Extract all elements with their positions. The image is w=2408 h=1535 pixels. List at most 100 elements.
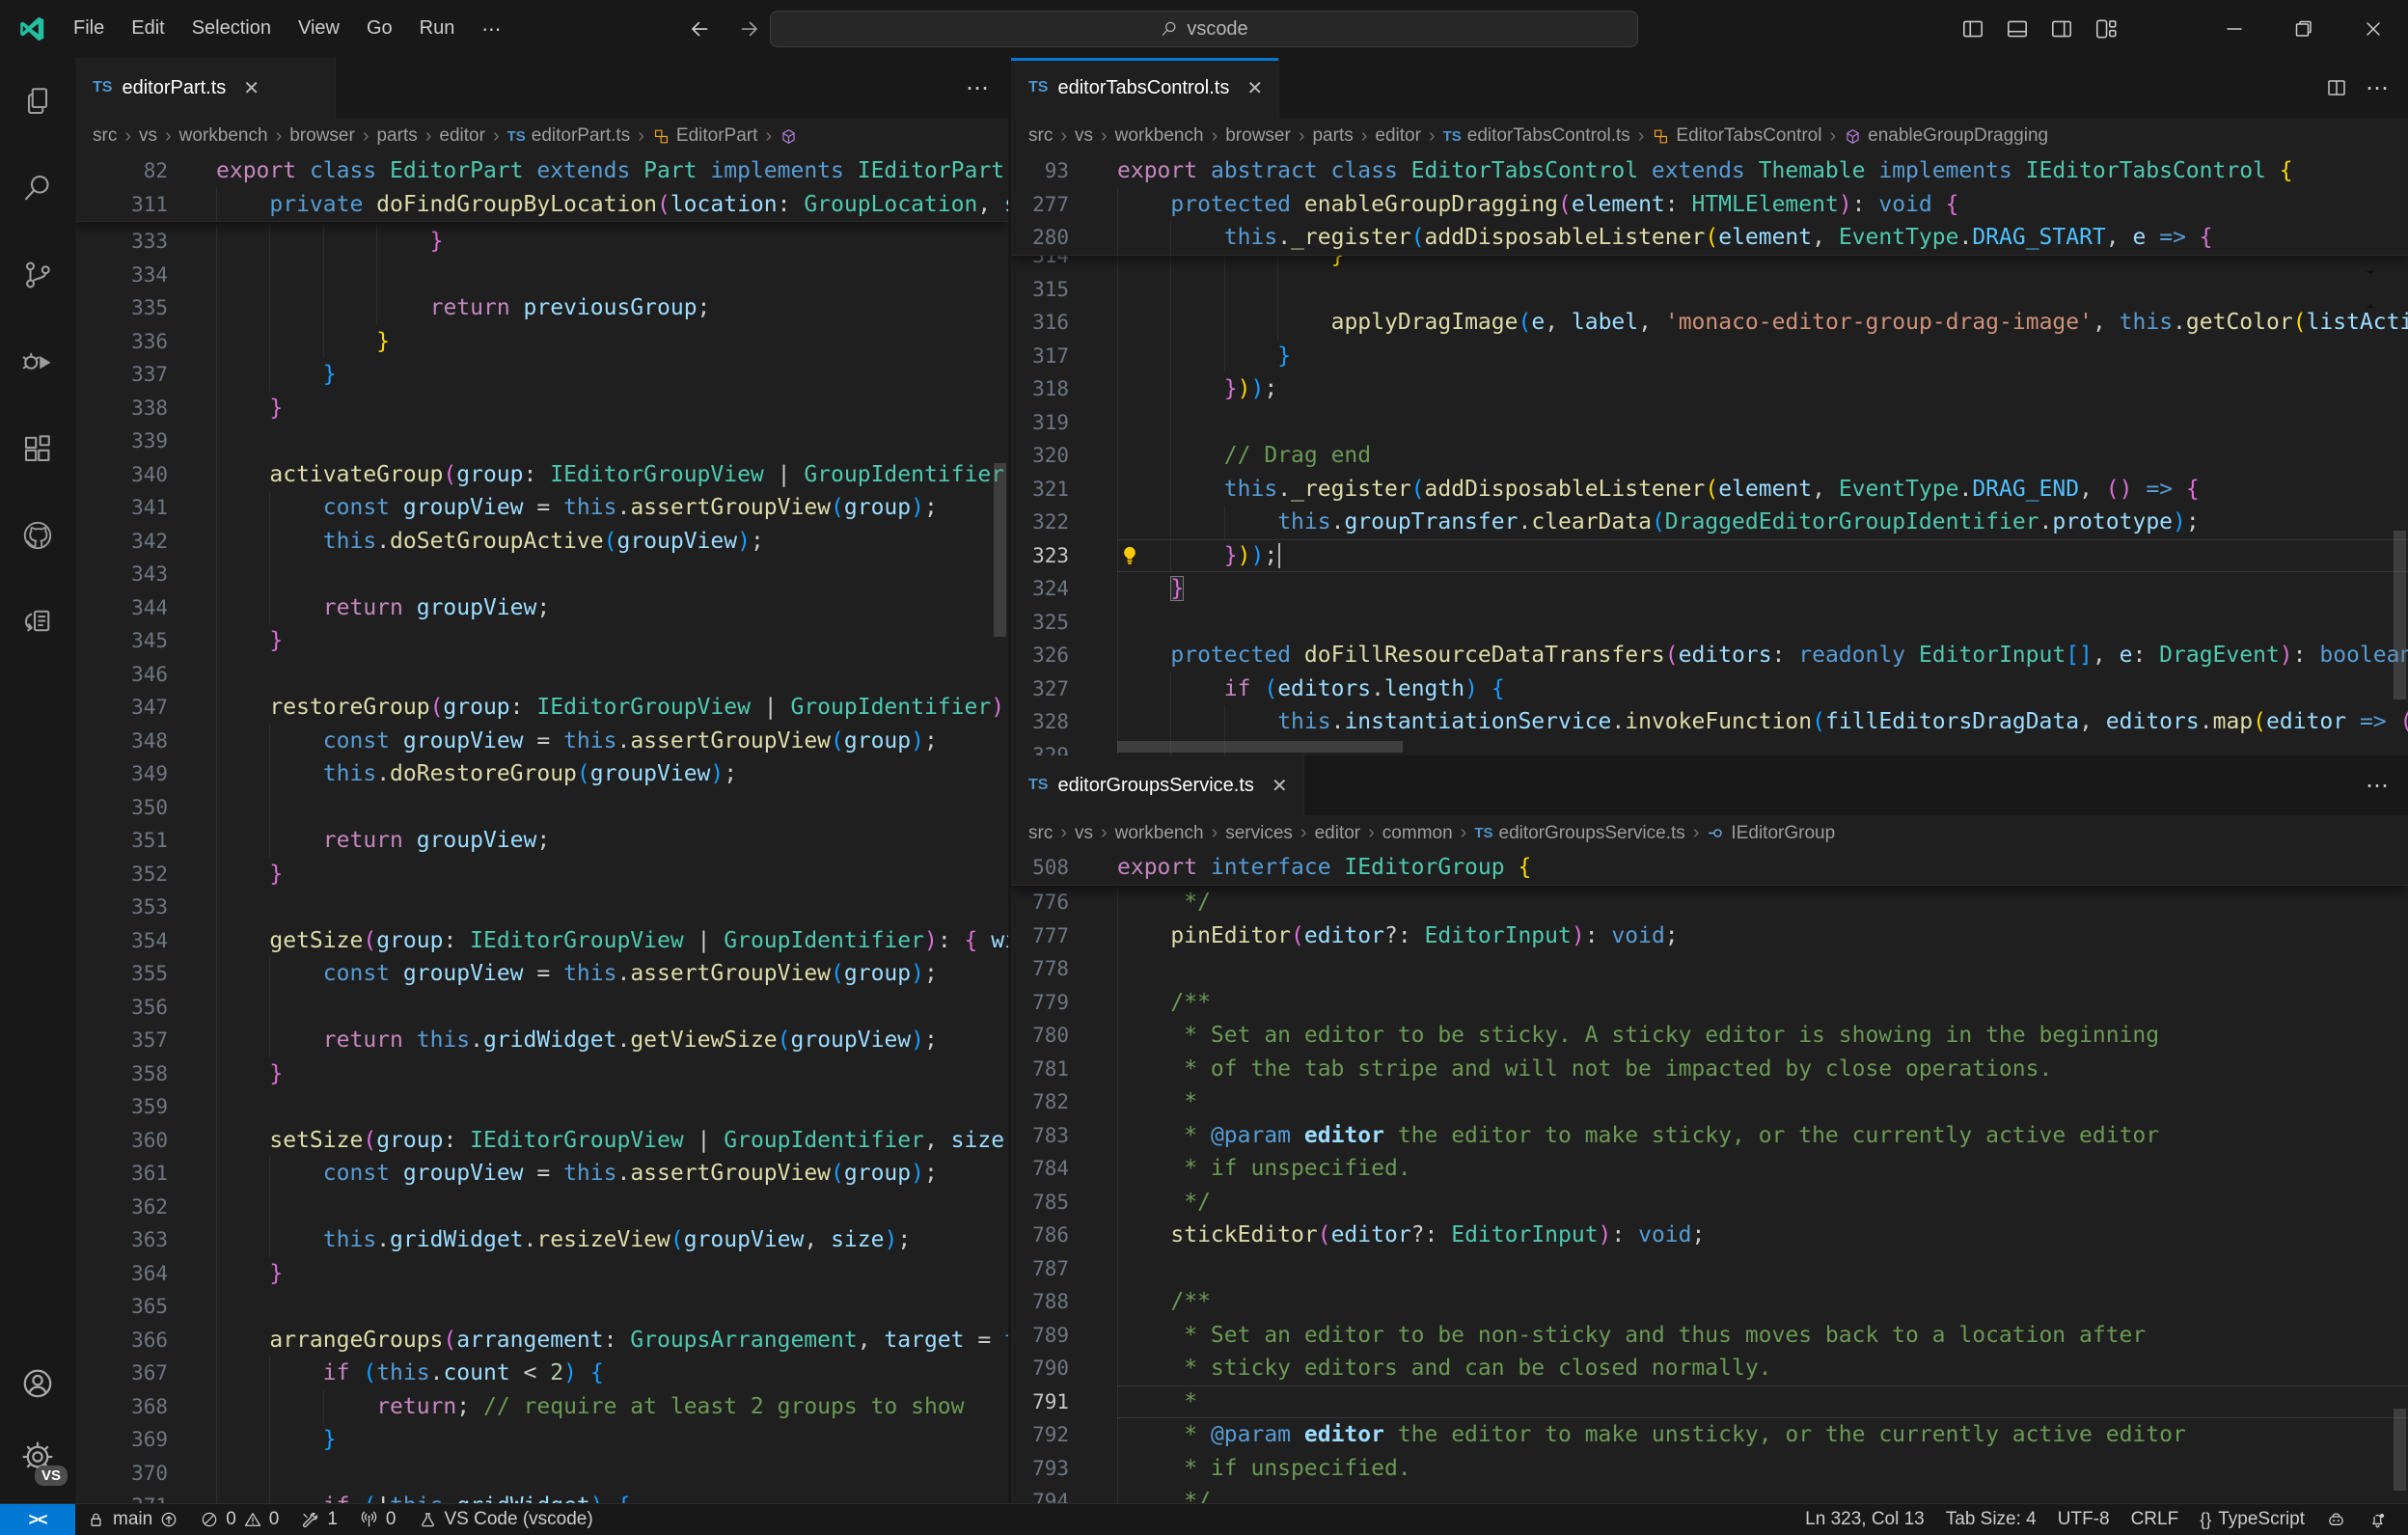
code-line-93[interactable]: 93 export abstract class EditorTabsContro… <box>1011 154 2408 188</box>
code-line-782[interactable]: 782 * <box>1011 1085 2408 1119</box>
line-number[interactable]: 365 <box>75 1290 168 1324</box>
code-line-334[interactable]: 334 <box>75 258 1008 292</box>
layout-toggle-button[interactable] <box>2093 16 2119 41</box>
code-line-792[interactable]: 792 * @param editor the editor to make u… <box>1011 1418 2408 1452</box>
line-number[interactable]: 779 <box>1011 986 1069 1020</box>
code-line-82[interactable]: 82 export class EditorPart extends Part i… <box>75 154 1008 188</box>
code-line-355[interactable]: 355 const groupView = this.assertGroupVie… <box>75 957 1008 991</box>
line-number[interactable]: 317 <box>1011 340 1069 373</box>
breadcrumb-item[interactable]: workbench <box>179 125 268 147</box>
split-bottom-toggle-button[interactable] <box>2005 16 2030 41</box>
vertical-scrollbar[interactable] <box>2394 1409 2406 1491</box>
line-number[interactable]: 794 <box>1011 1485 1069 1503</box>
line-number[interactable]: 788 <box>1011 1285 1069 1319</box>
command-center-search[interactable]: vscode <box>770 11 1638 47</box>
line-number[interactable]: 345 <box>75 624 168 658</box>
code-line-343[interactable]: 343 <box>75 558 1008 591</box>
line-number[interactable]: 350 <box>75 791 168 825</box>
menu-run[interactable]: Run <box>406 11 469 48</box>
status-eol[interactable]: CRLF <box>2121 1509 2190 1530</box>
line-number[interactable]: 318 <box>1011 372 1069 406</box>
line-number[interactable]: 93 <box>1011 154 1069 188</box>
line-number[interactable]: 508 <box>1011 851 1069 885</box>
status-copilot[interactable] <box>2315 1510 2357 1530</box>
code-line-347[interactable]: 347 restoreGroup(group: IEditorGroupView … <box>75 691 1008 725</box>
code-line-349[interactable]: 349 this.doRestoreGroup(groupView); <box>75 757 1008 791</box>
line-number[interactable]: 367 <box>75 1357 168 1390</box>
line-number[interactable]: 348 <box>75 725 168 758</box>
tab-editorTabsControl.ts[interactable]: TS editorTabsControl.ts ✕ <box>1011 58 1280 118</box>
code-line-776[interactable]: 776 */ <box>1011 886 2408 919</box>
line-number[interactable]: 333 <box>75 225 168 259</box>
breadcrumb-item[interactable]: editor <box>1315 823 1361 844</box>
breadcrumb-item[interactable]: EditorPart <box>652 125 757 147</box>
code-line-348[interactable]: 348 const groupView = this.assertGroupVie… <box>75 724 1008 758</box>
line-number[interactable]: 369 <box>75 1423 168 1457</box>
code-line-777[interactable]: 777 pinEditor(editor?: EditorInput): void… <box>1011 918 2408 952</box>
breadcrumb-item[interactable]: editor <box>439 125 485 147</box>
breadcrumb-item[interactable]: EditorTabsControl <box>1652 125 1821 147</box>
line-number[interactable]: 322 <box>1011 506 1069 539</box>
status-branch[interactable]: main <box>75 1504 189 1535</box>
code-line-365[interactable]: 365 <box>75 1290 1008 1324</box>
line-number[interactable]: 320 <box>1011 439 1069 473</box>
line-number[interactable]: 346 <box>75 658 168 692</box>
line-number[interactable]: 351 <box>75 824 168 858</box>
code-line-779[interactable]: 779/** <box>1011 985 2408 1020</box>
code-line-352[interactable]: 352} <box>75 857 1008 891</box>
breadcrumb-item[interactable]: workbench <box>1115 823 1204 844</box>
line-number[interactable]: 370 <box>75 1457 168 1491</box>
line-number[interactable]: 337 <box>75 358 168 392</box>
line-number[interactable]: 782 <box>1011 1085 1069 1119</box>
line-number[interactable]: 329 <box>1011 739 1069 756</box>
code-line-327[interactable]: 327 if (editors.length) { <box>1011 672 2408 706</box>
code-line-367[interactable]: 367 if (this.count < 2) { <box>75 1357 1008 1390</box>
menu-selection[interactable]: Selection <box>178 11 285 48</box>
breadcrumb-item[interactable]: TS editorGroupsService.ts <box>1474 823 1684 844</box>
editor-content[interactable]: 776 */777 pinEditor(editor?: EditorInput)… <box>1011 851 2408 1503</box>
line-number[interactable]: 776 <box>1011 886 1069 919</box>
breadcrumb-item[interactable]: TS editorPart.ts <box>507 125 631 147</box>
more-actions-button[interactable]: ⋯ <box>2366 772 2391 800</box>
line-number[interactable]: 780 <box>1011 1019 1069 1053</box>
status-cursor-position[interactable]: Ln 323, Col 13 <box>1794 1509 1935 1530</box>
editor-content[interactable]: 333} 334 335 return previousGroup; 336} 337} 3… <box>75 154 1008 1503</box>
line-number[interactable]: 778 <box>1011 952 1069 986</box>
close-button[interactable] <box>2339 0 2408 58</box>
vertical-scrollbar[interactable] <box>2394 531 2406 699</box>
code-line-508[interactable]: 508 export interface IEditorGroup { <box>1011 851 2408 885</box>
code-line-359[interactable]: 359 <box>75 1090 1008 1124</box>
status-language[interactable]: {} TypeScript <box>2189 1509 2315 1530</box>
breadcrumb-item[interactable]: common <box>1382 823 1453 844</box>
code-line-371[interactable]: 371if (!this.gridWidget) { <box>75 1490 1008 1503</box>
vertical-scrollbar[interactable] <box>994 463 1006 637</box>
code-line-341[interactable]: 341 const groupView = this.assertGroupVie… <box>75 491 1008 525</box>
line-number[interactable]: 340 <box>75 458 168 492</box>
line-number[interactable]: 82 <box>75 154 168 188</box>
line-number[interactable]: 356 <box>75 991 168 1025</box>
line-number[interactable]: 347 <box>75 691 168 725</box>
status-ports[interactable]: 0 <box>348 1504 407 1535</box>
code-line-370[interactable]: 370 <box>75 1456 1008 1491</box>
line-number[interactable]: 791 <box>1011 1385 1069 1419</box>
line-number[interactable]: 319 <box>1011 406 1069 440</box>
line-number[interactable]: 334 <box>75 259 168 292</box>
code-line-344[interactable]: 344 return groupView; <box>75 590 1008 624</box>
line-number[interactable]: 354 <box>75 924 168 958</box>
status-encoding[interactable]: UTF-8 <box>2047 1509 2121 1530</box>
line-number[interactable]: 790 <box>1011 1352 1069 1385</box>
breadcrumb-item[interactable]: TS editorTabsControl.ts <box>1443 125 1630 147</box>
code-line-353[interactable]: 353 <box>75 891 1008 924</box>
code-line-316[interactable]: 316 applyDragImage(e, label, 'monaco-edit… <box>1011 306 2408 340</box>
line-number[interactable]: 336 <box>75 325 168 359</box>
menu-go[interactable]: Go <box>353 11 406 48</box>
breadcrumb-item[interactable]: enableGroupDragging <box>1844 125 2048 147</box>
code-line-364[interactable]: 364} <box>75 1256 1008 1290</box>
more-actions-button[interactable]: ⋯ <box>966 74 991 102</box>
line-number[interactable]: 366 <box>75 1324 168 1357</box>
code-line-361[interactable]: 361 const groupView = this.assertGroupVie… <box>75 1157 1008 1191</box>
activitybar-source-control[interactable] <box>0 232 75 318</box>
line-number[interactable]: 327 <box>1011 672 1069 706</box>
code-line-333[interactable]: 333} <box>75 225 1008 259</box>
line-number[interactable]: 363 <box>75 1223 168 1257</box>
